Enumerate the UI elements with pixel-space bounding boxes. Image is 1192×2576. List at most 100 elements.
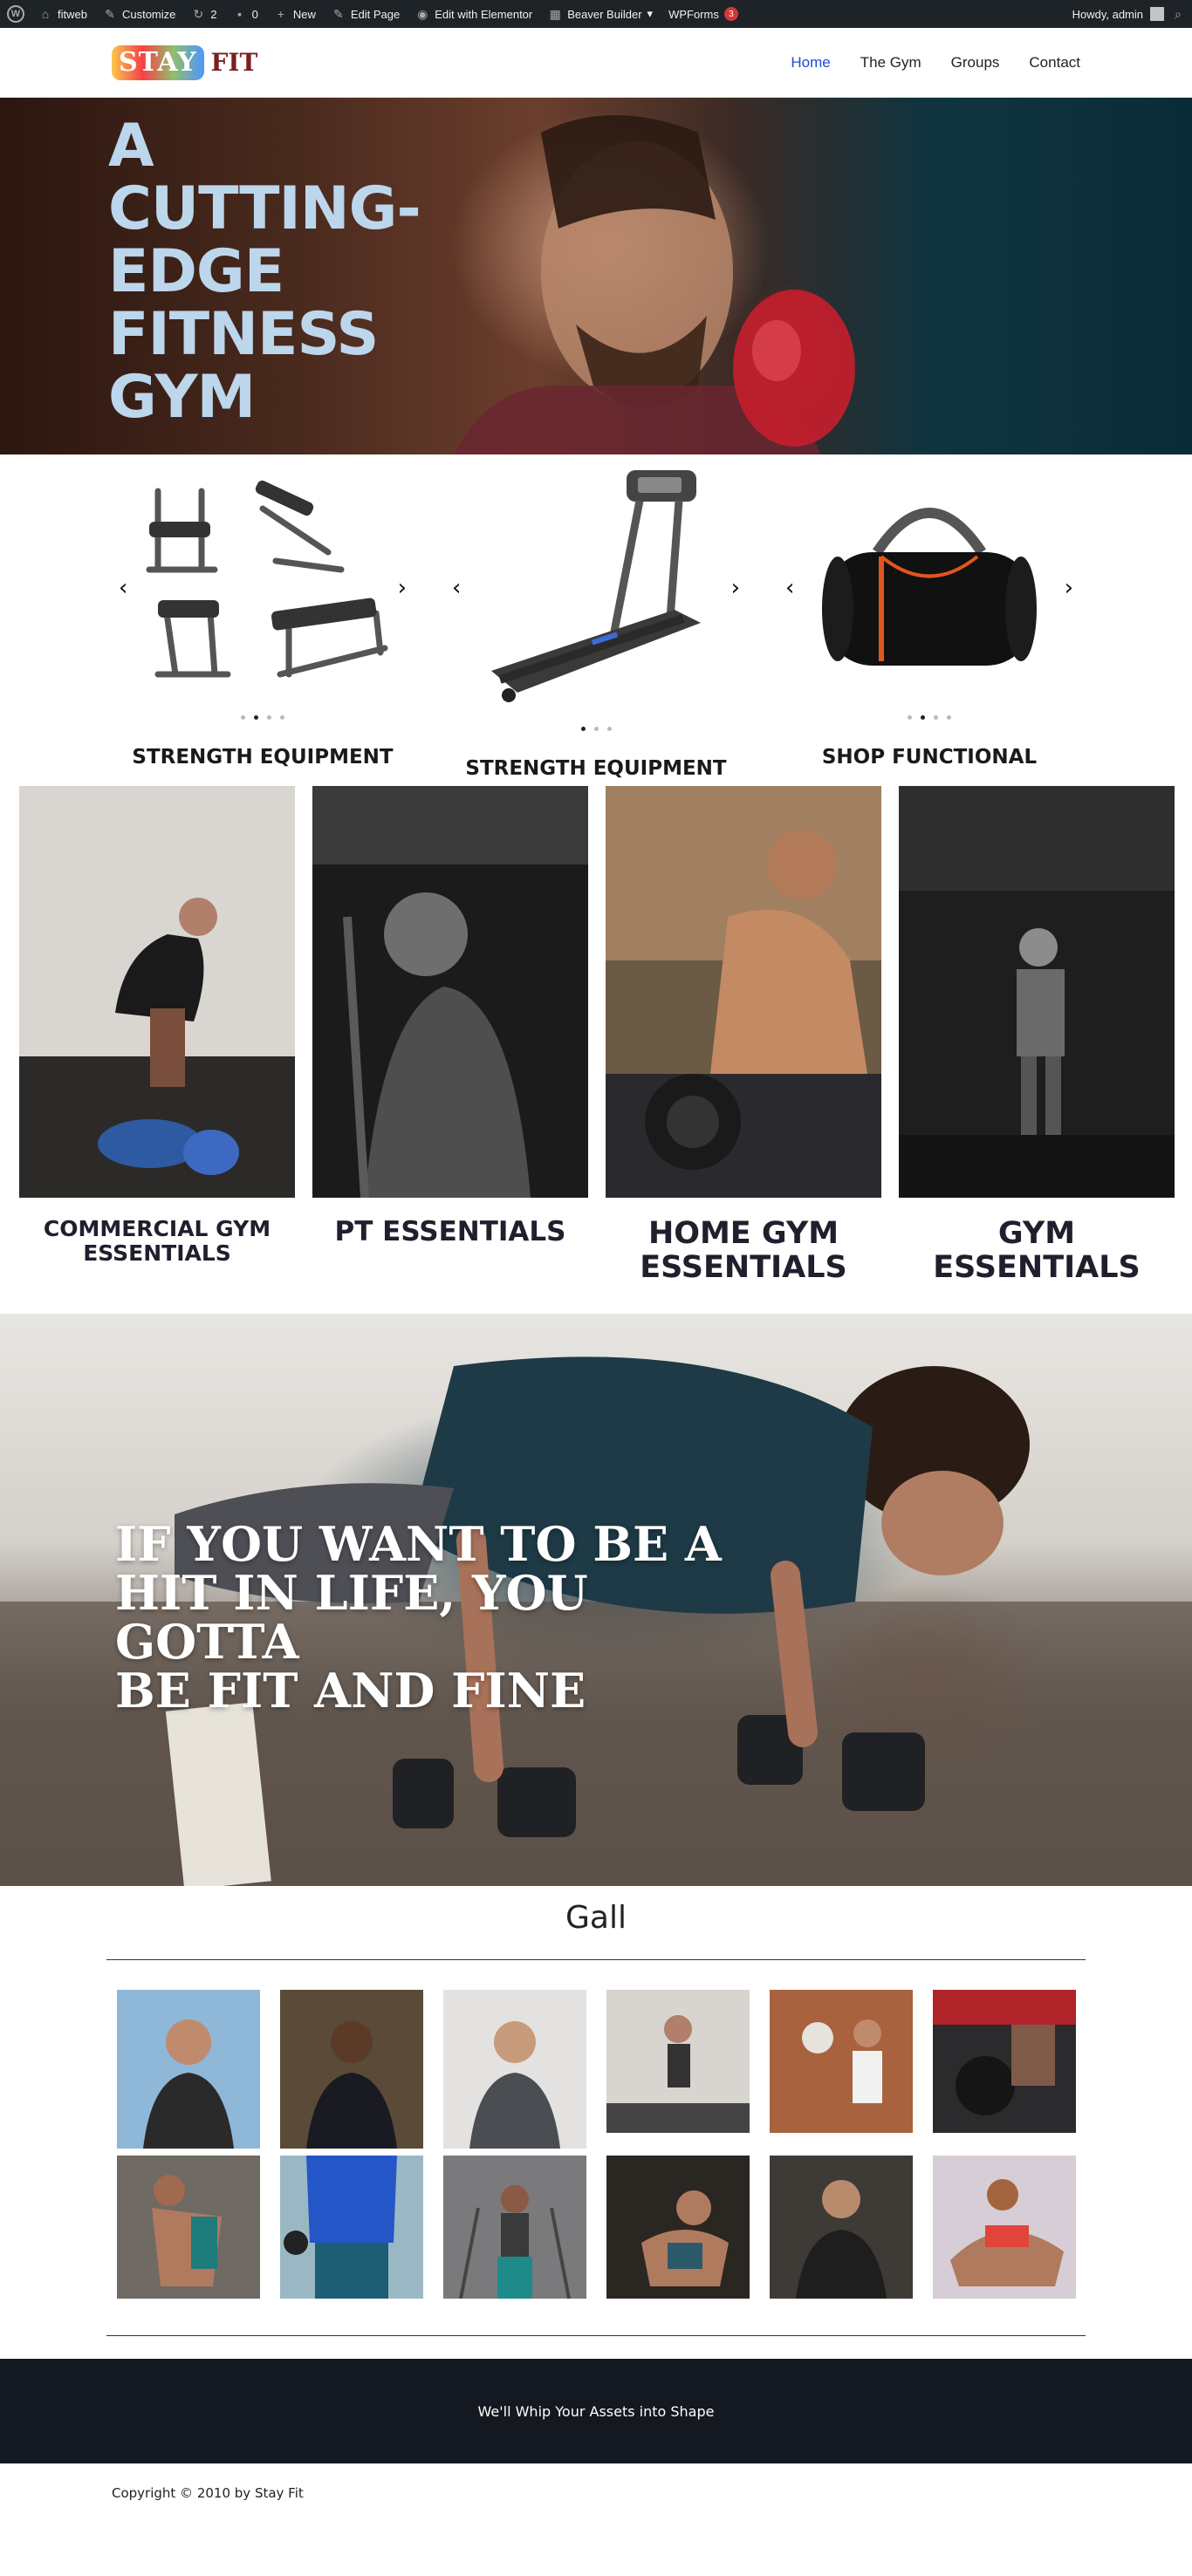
- divider: [106, 1959, 1086, 1960]
- gallery-image[interactable]: [279, 2156, 423, 2299]
- refresh-icon: ↻: [193, 6, 204, 21]
- gallery-image[interactable]: [116, 1990, 260, 2149]
- product-label[interactable]: STRENGTH EQUIPMENT: [132, 746, 393, 769]
- gallery-image[interactable]: [116, 2156, 260, 2299]
- carousel-dot[interactable]: [908, 715, 912, 720]
- footer-tagline: We'll Whip Your Assets into Shape: [477, 2402, 715, 2420]
- gallery-image[interactable]: [606, 2156, 750, 2299]
- home-icon: ⌂: [41, 7, 50, 21]
- gallery-image[interactable]: [769, 1990, 913, 2133]
- admin-beaver-link[interactable]: ▦ Beaver Builder ▾: [548, 7, 653, 22]
- main-nav: Home The Gym Groups Contact: [791, 54, 1080, 72]
- admin-bar: W ⌂ fitweb ✎ Customize ↻ 2 ▪ 0 + New ✎ Edit Pa…: [0, 0, 1192, 28]
- caret-down-icon: ▾: [647, 7, 654, 20]
- gallery-section: Gall: [0, 1886, 1192, 2336]
- gallery-image[interactable]: [769, 2156, 913, 2299]
- admin-new-link[interactable]: + New: [274, 7, 316, 21]
- admin-updates-link[interactable]: ↻ 2: [191, 6, 217, 22]
- carousel-dots[interactable]: [241, 715, 284, 720]
- product-carousels: ‹ › STRENGTH EQUIPMENT ‹ › STRENGTH EQUI…: [0, 454, 1192, 780]
- brush-icon: ✎: [105, 6, 115, 21]
- gallery-grid: [106, 1990, 1086, 2299]
- carousel-dot[interactable]: [280, 715, 284, 720]
- pencil-icon: ✎: [333, 6, 344, 21]
- category-tiles: COMMERCIAL GYM ESSENTIALS PT ESSENTIALS …: [0, 786, 1192, 1284]
- weight-benches-image: [146, 480, 388, 677]
- carousel-dot-active[interactable]: [254, 715, 258, 720]
- admin-edit-page-link[interactable]: ✎ Edit Page: [332, 7, 400, 22]
- chevron-left-icon[interactable]: ‹: [119, 575, 127, 601]
- category-image: [312, 786, 588, 1198]
- admin-account-menu[interactable]: Howdy, admin ⌕: [1072, 7, 1185, 22]
- carousel-dot-active[interactable]: [921, 715, 925, 720]
- search-icon[interactable]: ⌕: [1171, 7, 1185, 22]
- nav-groups[interactable]: Groups: [951, 54, 1000, 72]
- gallery-image[interactable]: [279, 1990, 423, 2149]
- carousel-dot[interactable]: [934, 715, 938, 720]
- gallery-image[interactable]: [442, 1990, 586, 2149]
- carousel-dot[interactable]: [267, 715, 271, 720]
- category-image: [606, 786, 881, 1198]
- chevron-left-icon[interactable]: ‹: [452, 575, 461, 601]
- carousel-dot[interactable]: [241, 715, 245, 720]
- category-home-gym[interactable]: HOME GYM ESSENTIALS: [606, 786, 881, 1284]
- gallery-image[interactable]: [932, 2156, 1076, 2299]
- carousel-dots[interactable]: [908, 715, 951, 720]
- gym-bag-image: [822, 507, 1037, 666]
- carousel-dot[interactable]: [606, 727, 612, 731]
- chevron-left-icon[interactable]: ‹: [785, 575, 794, 601]
- site-header: STAY FIT Home The Gym Groups Contact: [0, 28, 1192, 98]
- grid-icon: ▦: [549, 6, 561, 21]
- plus-icon: +: [277, 7, 284, 21]
- carousel-treadmill: ‹ › STRENGTH EQUIPMENT: [443, 461, 749, 780]
- logo-text: FIT: [210, 48, 258, 77]
- admin-elementor-link[interactable]: ◉ Edit with Elementor: [415, 7, 532, 22]
- carousel-dots[interactable]: [580, 727, 612, 731]
- quote-banner: IF YOU WANT TO BE A HIT IN LIFE, YOU GOT…: [0, 1314, 1192, 1886]
- gallery-image[interactable]: [606, 1990, 750, 2133]
- carousel-dot[interactable]: [593, 727, 599, 731]
- carousel-gym-bag: ‹ › SHOP FUNCTIONAL: [777, 461, 1082, 769]
- nav-the-gym[interactable]: The Gym: [860, 54, 921, 72]
- carousel-dot[interactable]: [947, 715, 951, 720]
- product-label[interactable]: SHOP FUNCTIONAL: [822, 746, 1037, 769]
- chevron-right-icon[interactable]: ›: [398, 575, 407, 601]
- carousel-slide: ‹ ›: [119, 461, 407, 712]
- category-gym-essentials[interactable]: GYM ESSENTIALS: [899, 786, 1175, 1284]
- footer-tagline-band: We'll Whip Your Assets into Shape: [0, 2359, 1192, 2463]
- avatar: [1150, 7, 1164, 21]
- wordpress-icon[interactable]: W: [7, 5, 24, 23]
- nav-home[interactable]: Home: [791, 54, 830, 72]
- hero-title: A CUTTING- EDGE FITNESS GYM: [108, 112, 421, 432]
- elementor-icon: ◉: [417, 6, 428, 21]
- category-image: [19, 786, 295, 1198]
- category-image: [899, 786, 1175, 1198]
- nav-contact[interactable]: Contact: [1029, 54, 1080, 72]
- chevron-right-icon[interactable]: ›: [731, 575, 740, 601]
- chevron-right-icon[interactable]: ›: [1065, 575, 1073, 601]
- quote-text: IF YOU WANT TO BE A HIT IN LIFE, YOU GOT…: [115, 1516, 722, 1718]
- hero-banner: A CUTTING- EDGE FITNESS GYM: [0, 98, 1192, 454]
- copyright: Copyright © 2010 by Stay Fit: [112, 2485, 304, 2501]
- gallery-image[interactable]: [442, 2156, 586, 2299]
- admin-customize-link[interactable]: ✎ Customize: [103, 7, 175, 22]
- wpforms-count-badge: 3: [723, 7, 738, 21]
- category-commercial-gym[interactable]: COMMERCIAL GYM ESSENTIALS: [19, 786, 295, 1284]
- admin-comments-link[interactable]: ▪ 0: [233, 7, 258, 21]
- category-pt-essentials[interactable]: PT ESSENTIALS: [312, 786, 588, 1284]
- product-label[interactable]: STRENGTH EQUIPMENT: [465, 757, 726, 780]
- carousel-strength-equipment: ‹ › STRENGTH EQUIPMENT: [110, 461, 415, 769]
- site-footer: We'll Whip Your Assets into Shape Copyri…: [0, 2359, 1192, 2523]
- gallery-title: Gall: [565, 1900, 627, 1936]
- gallery-image[interactable]: [932, 1990, 1076, 2133]
- admin-wpforms-link[interactable]: WPForms 3: [668, 7, 738, 21]
- carousel-slide: ‹ ›: [452, 461, 740, 723]
- logo-badge: STAY: [112, 44, 204, 80]
- admin-site-link[interactable]: ⌂ fitweb: [38, 7, 87, 21]
- divider: [106, 2335, 1086, 2336]
- treadmill-image: [491, 470, 701, 702]
- comment-icon: ▪: [237, 7, 243, 21]
- carousel-dot-active[interactable]: [580, 727, 586, 731]
- site-logo[interactable]: STAY FIT: [112, 44, 258, 80]
- carousel-slide: ‹ ›: [785, 461, 1073, 712]
